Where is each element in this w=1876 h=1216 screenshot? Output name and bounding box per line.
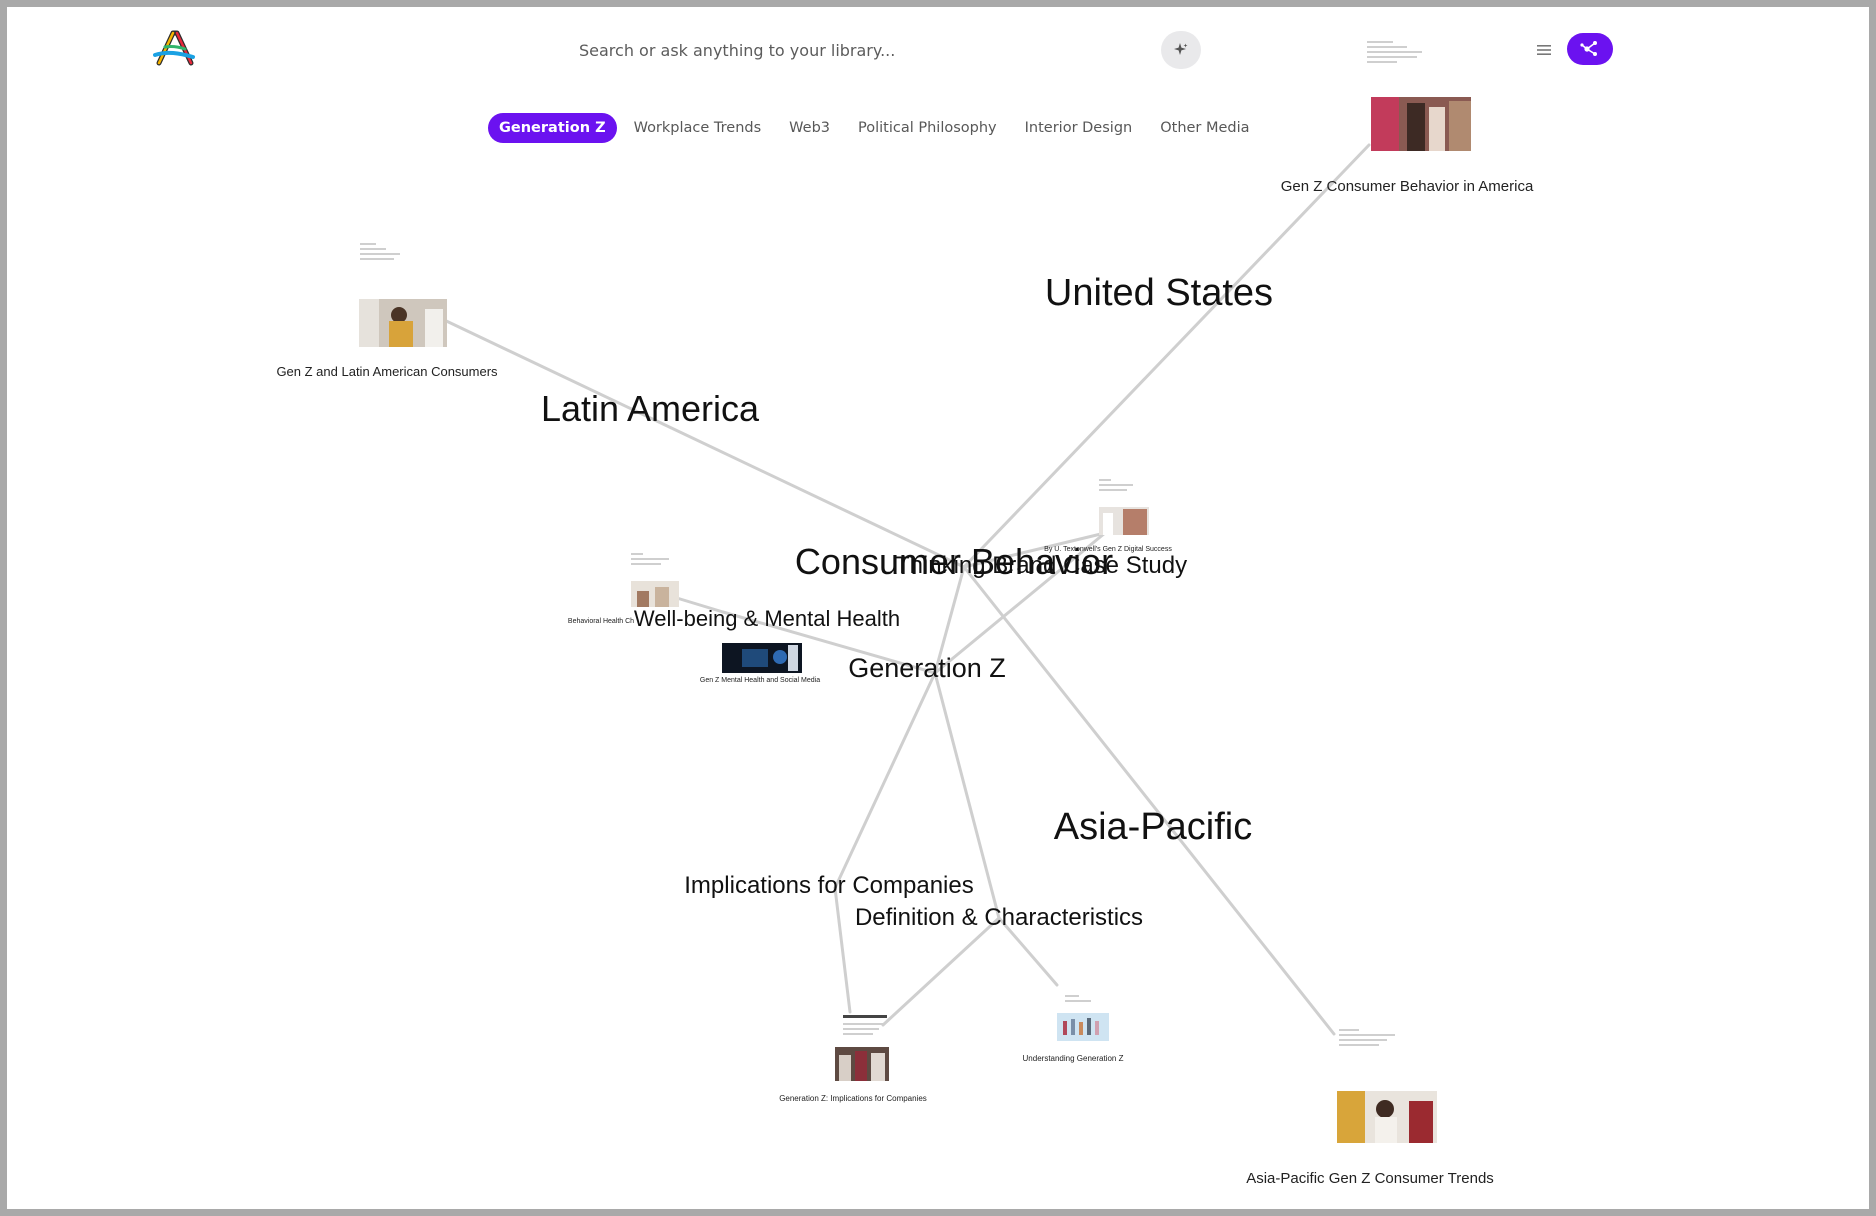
topic-implications-for-companies[interactable]: Implications for Companies (684, 872, 973, 899)
doc-thumbnail-image (631, 581, 679, 607)
edge-consumer-latam-doc (438, 316, 966, 569)
doc-thumbnail-image (1371, 97, 1471, 151)
edge-consumer-apac-doc (962, 565, 1336, 1036)
doc-card-understanding[interactable] (1051, 995, 1109, 1041)
doc-thumbnail-header (843, 1015, 887, 1018)
doc-card-behavioral-health[interactable] (627, 553, 683, 607)
doc-thumbnail-image (722, 643, 802, 673)
doc-thumbnail-text (843, 1023, 883, 1038)
edge-definition-doc (881, 916, 1001, 1027)
doc-card-latam-consumers[interactable] (356, 243, 447, 348)
knowledge-graph: United States Latin America Thinking Bra… (438, 143, 1371, 1036)
topic-generation-z[interactable]: Generation Z (848, 653, 1006, 683)
edge-genz-implications (833, 671, 937, 890)
app-window: Generation Z Workplace Trends Web3 Polit… (7, 7, 1869, 1209)
doc-caption-behavioral-health[interactable]: Behavioral Health Ch (568, 618, 634, 625)
doc-thumbnail-text (631, 553, 671, 568)
topic-wellbeing-mental-health[interactable]: Well-being & Mental Health (634, 606, 900, 631)
doc-caption-latam-consumers[interactable]: Gen Z and Latin American Consumers (276, 364, 497, 379)
doc-card-apac-trends[interactable] (1327, 1027, 1437, 1147)
topic-united-states[interactable]: United States (1045, 272, 1273, 314)
doc-caption-mental-health[interactable]: Gen Z Mental Health and Social Media (700, 677, 820, 684)
doc-caption-implications[interactable]: Generation Z: Implications for Companies (779, 1094, 927, 1103)
edge-consumer-us-doc (962, 143, 1371, 569)
topic-definition-characteristics[interactable]: Definition & Characteristics (855, 904, 1143, 931)
topic-asia-pacific[interactable]: Asia-Pacific (1054, 806, 1253, 848)
doc-thumbnail-image (835, 1047, 889, 1081)
edge-implications-doc (833, 886, 852, 1014)
doc-thumbnail-image (1099, 507, 1149, 535)
doc-caption-us-consumer[interactable]: Gen Z Consumer Behavior in America (1281, 178, 1534, 195)
doc-thumbnail-image (1337, 1091, 1437, 1143)
doc-caption-apac-trends[interactable]: Asia-Pacific Gen Z Consumer Trends (1246, 1170, 1494, 1187)
doc-thumbnail-image (359, 299, 447, 347)
doc-card-implications[interactable] (827, 1015, 897, 1081)
doc-thumbnail-text (1099, 479, 1135, 494)
doc-thumbnail-image (1057, 1013, 1109, 1041)
doc-caption-understanding[interactable]: Understanding Generation Z (1023, 1054, 1124, 1063)
doc-thumbnail-text (1339, 1029, 1399, 1049)
doc-card-us-consumer[interactable] (1367, 39, 1477, 159)
doc-thumbnail-text (1367, 41, 1427, 66)
topic-latin-america[interactable]: Latin America (541, 388, 760, 429)
doc-caption-digital-success[interactable]: By U. Textonwell's Gen Z Digital Success (1044, 546, 1172, 553)
doc-thumbnail-text (360, 243, 410, 263)
doc-card-mental-health[interactable] (722, 643, 802, 673)
doc-thumbnail-text (1065, 995, 1095, 1005)
doc-card-digital-success[interactable] (1095, 479, 1151, 537)
